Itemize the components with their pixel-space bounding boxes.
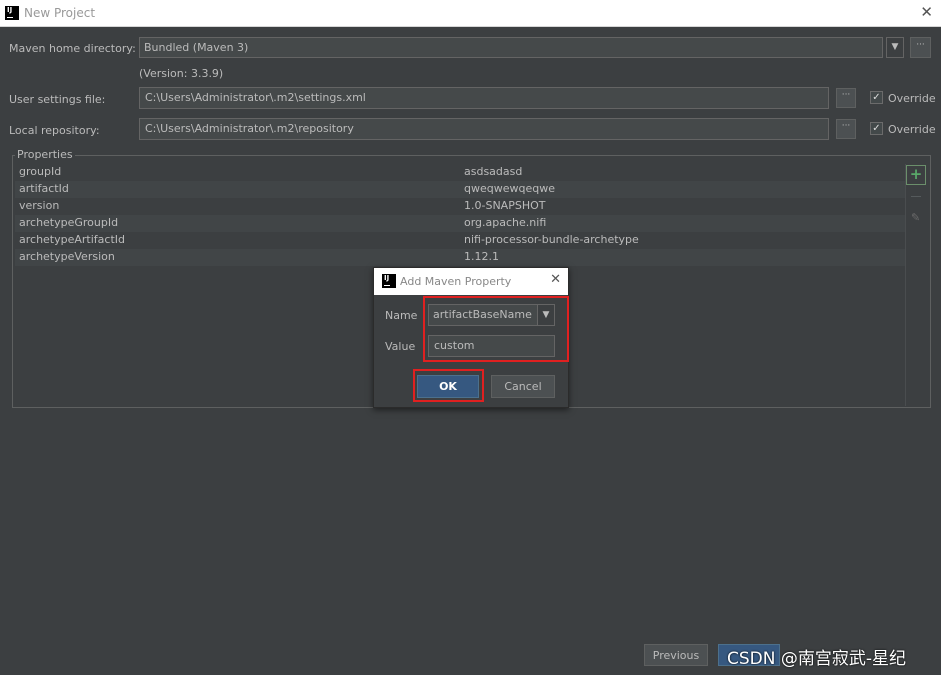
window-title: New Project [24, 6, 96, 20]
name-value-highlight [423, 296, 569, 362]
user-settings-field[interactable]: C:\Users\Administrator\.m2\settings.xml [139, 87, 829, 109]
chevron-down-icon[interactable]: ▼ [886, 37, 904, 58]
close-icon[interactable]: ✕ [920, 3, 933, 21]
intellij-icon: IJ [5, 6, 19, 20]
edit-icon[interactable]: ✎ [911, 211, 920, 224]
property-value: 1.0-SNAPSHOT [464, 199, 546, 212]
table-row[interactable]: version 1.0-SNAPSHOT [15, 198, 905, 215]
user-settings-browse-button[interactable]: ··· [836, 88, 856, 108]
property-key: archetypeArtifactId [19, 233, 125, 246]
ok-highlight [413, 369, 484, 402]
local-repo-field[interactable]: C:\Users\Administrator\.m2\repository [139, 118, 829, 140]
close-icon[interactable]: ✕ [550, 272, 561, 287]
local-repo-label: Local repository: [9, 124, 100, 137]
value-label: Value [385, 340, 416, 353]
property-value: org.apache.nifi [464, 216, 547, 229]
property-value: nifi-processor-bundle-archetype [464, 233, 639, 246]
properties-toolbar: + ✎ [905, 164, 929, 406]
table-row[interactable]: archetypeGroupId org.apache.nifi [15, 215, 905, 232]
property-value: 1.12.1 [464, 250, 499, 263]
table-row[interactable]: archetypeArtifactId nifi-processor-bundl… [15, 232, 905, 249]
previous-button[interactable]: Previous [644, 644, 708, 666]
maven-home-select[interactable]: Bundled (Maven 3) [139, 37, 883, 58]
local-repo-override-label: Override [888, 123, 936, 136]
property-key: archetypeVersion [19, 250, 115, 263]
property-key: archetypeGroupId [19, 216, 119, 229]
maven-home-browse-button[interactable]: ··· [910, 37, 931, 58]
dialog-titlebar: IJ Add Maven Property ✕ [374, 268, 568, 295]
properties-title: Properties [15, 148, 75, 161]
table-row[interactable]: groupId asdsadasd [15, 164, 905, 181]
property-value: qweqwewqeqwe [464, 182, 555, 195]
name-label: Name [385, 309, 418, 322]
property-key: groupId [19, 165, 62, 178]
local-repo-override-checkbox[interactable]: ✓ [870, 122, 883, 135]
property-key: version [19, 199, 60, 212]
property-key: artifactId [19, 182, 69, 195]
window-titlebar: IJ New Project ✕ [0, 0, 941, 27]
user-settings-override-checkbox[interactable]: ✓ [870, 91, 883, 104]
user-settings-override-label: Override [888, 92, 936, 105]
add-icon[interactable]: + [906, 165, 926, 185]
cancel-button[interactable]: Cancel [491, 375, 555, 398]
watermark-text: CSDN @南宫寂武-星纪 [727, 649, 907, 669]
property-value: asdsadasd [464, 165, 523, 178]
maven-version-text: (Version: 3.3.9) [139, 67, 224, 80]
user-settings-label: User settings file: [9, 93, 106, 106]
table-row[interactable]: archetypeVersion 1.12.1 [15, 249, 905, 266]
local-repo-browse-button[interactable]: ··· [836, 119, 856, 139]
intellij-icon: IJ [382, 274, 396, 288]
remove-icon[interactable] [911, 196, 921, 197]
table-row[interactable]: artifactId qweqwewqeqwe [15, 181, 905, 198]
maven-home-label: Maven home directory: [9, 42, 136, 55]
dialog-title: Add Maven Property [400, 275, 512, 288]
